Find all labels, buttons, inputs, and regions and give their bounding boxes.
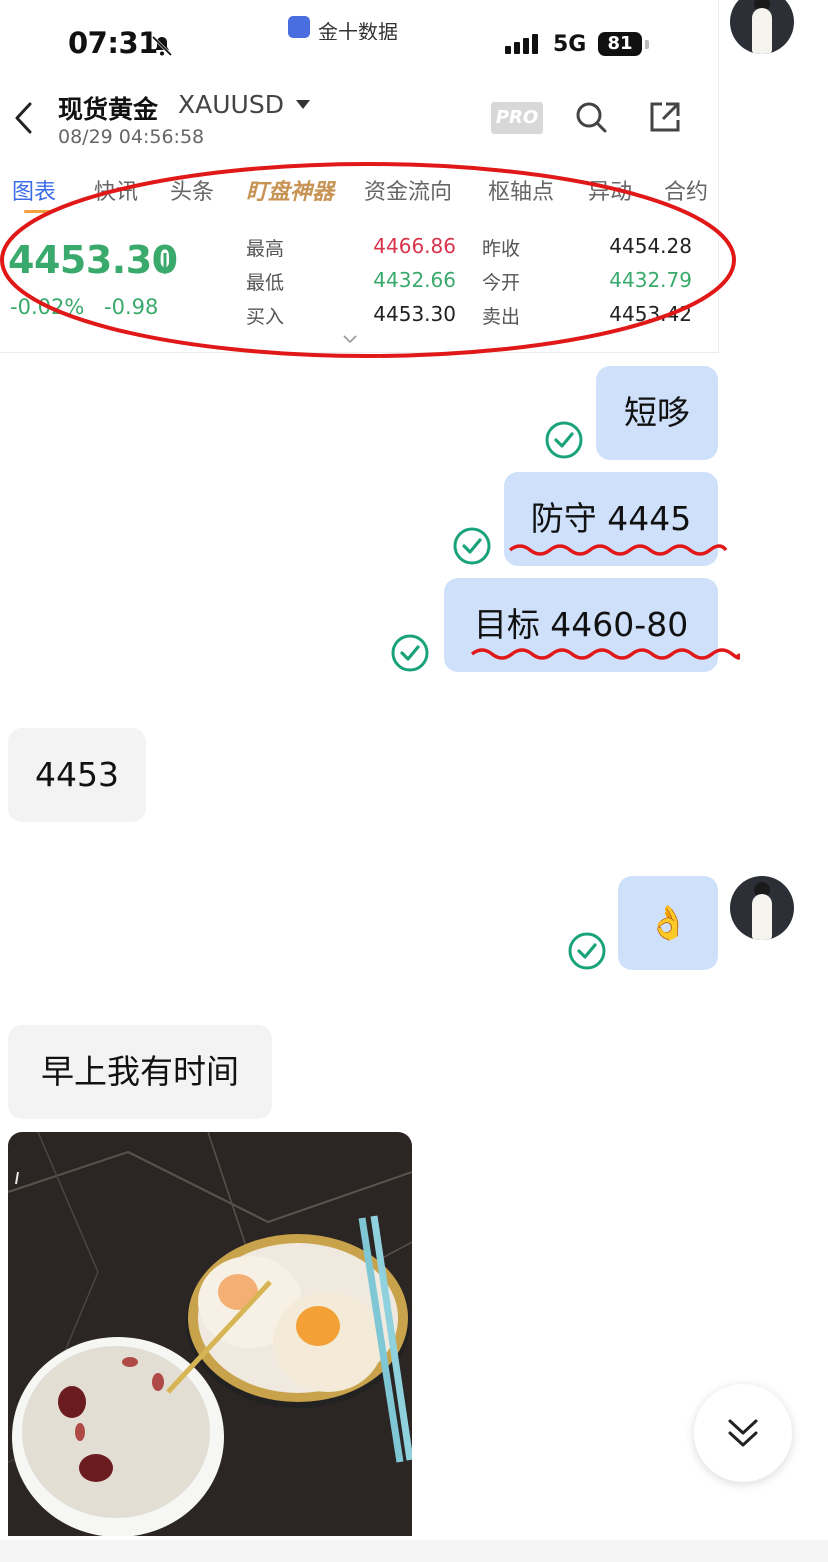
message-text: 短哆 [624, 393, 690, 432]
scroll-to-bottom-button[interactable] [694, 1384, 792, 1482]
scroll-down-icon [728, 1419, 758, 1447]
message-bubble[interactable]: 👌 [618, 876, 718, 970]
message-text: 防守 4445 [530, 499, 692, 538]
check-icon [453, 527, 491, 565]
bell-off-icon [151, 35, 173, 57]
app-logo-icon [288, 16, 310, 38]
message-text: 4453 [35, 755, 119, 794]
share-icon[interactable] [648, 100, 682, 134]
check-icon [545, 421, 583, 459]
battery-level: 81 [598, 32, 642, 56]
check-icon [391, 634, 429, 672]
page-title: 现货黄金 [58, 95, 159, 124]
annotation-underline [470, 648, 740, 660]
input-bar-edge [0, 1540, 828, 1562]
quote-datetime: 08/29 04:56:58 [58, 126, 205, 148]
avatar[interactable] [730, 876, 794, 940]
breakfast-photo[interactable] [8, 1132, 412, 1536]
message-bubble[interactable]: 4453 [8, 728, 146, 822]
search-icon[interactable] [574, 100, 608, 134]
signal-icon [505, 34, 541, 54]
message-bubble[interactable]: 早上我有时间 [8, 1025, 272, 1119]
symbol-selector[interactable]: XAUUSD [178, 90, 284, 119]
message-text: 早上我有时间 [41, 1052, 239, 1091]
network-type: 5G [553, 32, 587, 57]
check-icon [568, 932, 606, 970]
message-text: 👌 [647, 903, 689, 942]
status-time: 07:31 [68, 26, 158, 60]
battery-tip [645, 40, 649, 49]
app-badge: 金十数据 [288, 16, 398, 40]
pro-button[interactable]: PRO [491, 102, 543, 134]
annotation-ellipse [0, 162, 736, 358]
avatar[interactable] [730, 0, 794, 54]
app-badge-label: 金十数据 [318, 20, 398, 40]
message-text: 目标 4460-80 [473, 605, 689, 644]
annotation-underline [508, 544, 728, 556]
back-icon[interactable] [12, 100, 36, 136]
message-bubble[interactable]: 短哆 [596, 366, 718, 460]
chevron-down-icon[interactable] [296, 100, 310, 109]
